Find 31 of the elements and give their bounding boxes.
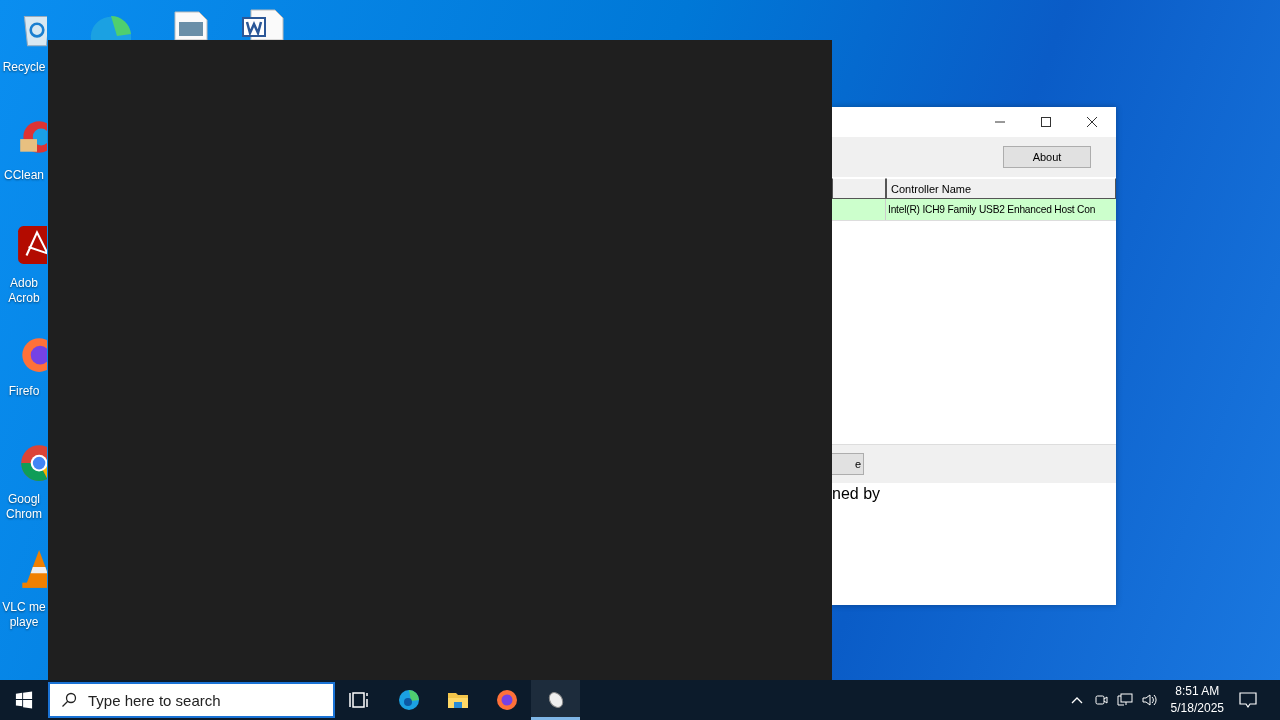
icon-label: CClean: [4, 168, 44, 183]
taskbar-app-button[interactable]: [531, 680, 580, 720]
volume-icon[interactable]: [1140, 692, 1157, 708]
pdf-icon[interactable]: [15, 224, 47, 266]
icon-label: Adob: [10, 276, 38, 291]
about-button[interactable]: About: [1003, 146, 1091, 168]
icon-label: Chrom: [6, 507, 42, 522]
maximize-icon[interactable]: [1040, 116, 1052, 128]
clock-time[interactable]: 8:51 AM: [1175, 683, 1220, 700]
icon-label: Firefo: [8, 384, 40, 399]
icon-label: playe: [9, 615, 39, 630]
edge-icon: [396, 688, 421, 712]
close-icon[interactable]: [1086, 116, 1098, 128]
icon-label: Googl: [8, 492, 40, 507]
notification-icon[interactable]: [1238, 690, 1258, 710]
table-cell: Intel(R) ICH9 Family USB2 Enhanced Host Con: [885, 199, 1116, 220]
camera-icon[interactable]: [1092, 692, 1109, 708]
icon-label: Recycle: [2, 60, 46, 75]
column-header[interactable]: Controller Name: [886, 178, 1116, 199]
search-icon: [61, 692, 77, 708]
column-header[interactable]: [832, 178, 886, 199]
network-icon[interactable]: [1116, 692, 1133, 708]
action-button[interactable]: e: [832, 453, 864, 475]
footer-text: ned by: [832, 485, 881, 503]
table-row[interactable]: Intel(R) ICH9 Family USB2 Enhanced Host Con: [832, 199, 1116, 221]
clock-date[interactable]: 5/18/2025: [1170, 700, 1224, 717]
search-field[interactable]: Type here to search: [48, 682, 335, 718]
icon-label: VLC me: [2, 600, 46, 615]
start-icon[interactable]: [15, 691, 33, 709]
firefox-icon: [494, 688, 519, 712]
icon-label: Acrob: [8, 291, 40, 306]
